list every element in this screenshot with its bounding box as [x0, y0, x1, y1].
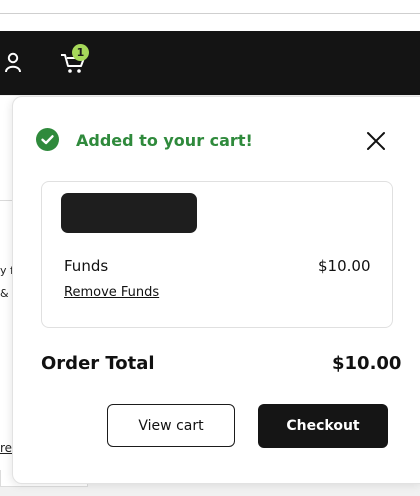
checkout-button[interactable]: Checkout: [258, 404, 388, 448]
item-price: $10.00: [318, 257, 371, 275]
top-divider: [0, 13, 420, 14]
added-to-cart-message: Added to your cart!: [76, 131, 253, 150]
order-total-value: $10.00: [332, 353, 402, 374]
background-text-snippet: &: [0, 287, 9, 300]
account-icon[interactable]: [4, 52, 22, 74]
browser-top-strip: [0, 0, 420, 30]
check-circle-icon: [36, 128, 59, 151]
view-cart-button[interactable]: View cart: [107, 404, 235, 447]
order-total-label: Order Total: [41, 353, 155, 374]
background-text-snippet: y fo: [0, 264, 12, 277]
cart-count-badge: 1: [72, 44, 89, 61]
redacted-item-image: [61, 193, 197, 233]
background-link[interactable]: re: [0, 441, 12, 455]
remove-item-link[interactable]: Remove Funds: [64, 285, 159, 300]
close-icon[interactable]: [366, 131, 386, 151]
item-name: Funds: [64, 257, 109, 275]
